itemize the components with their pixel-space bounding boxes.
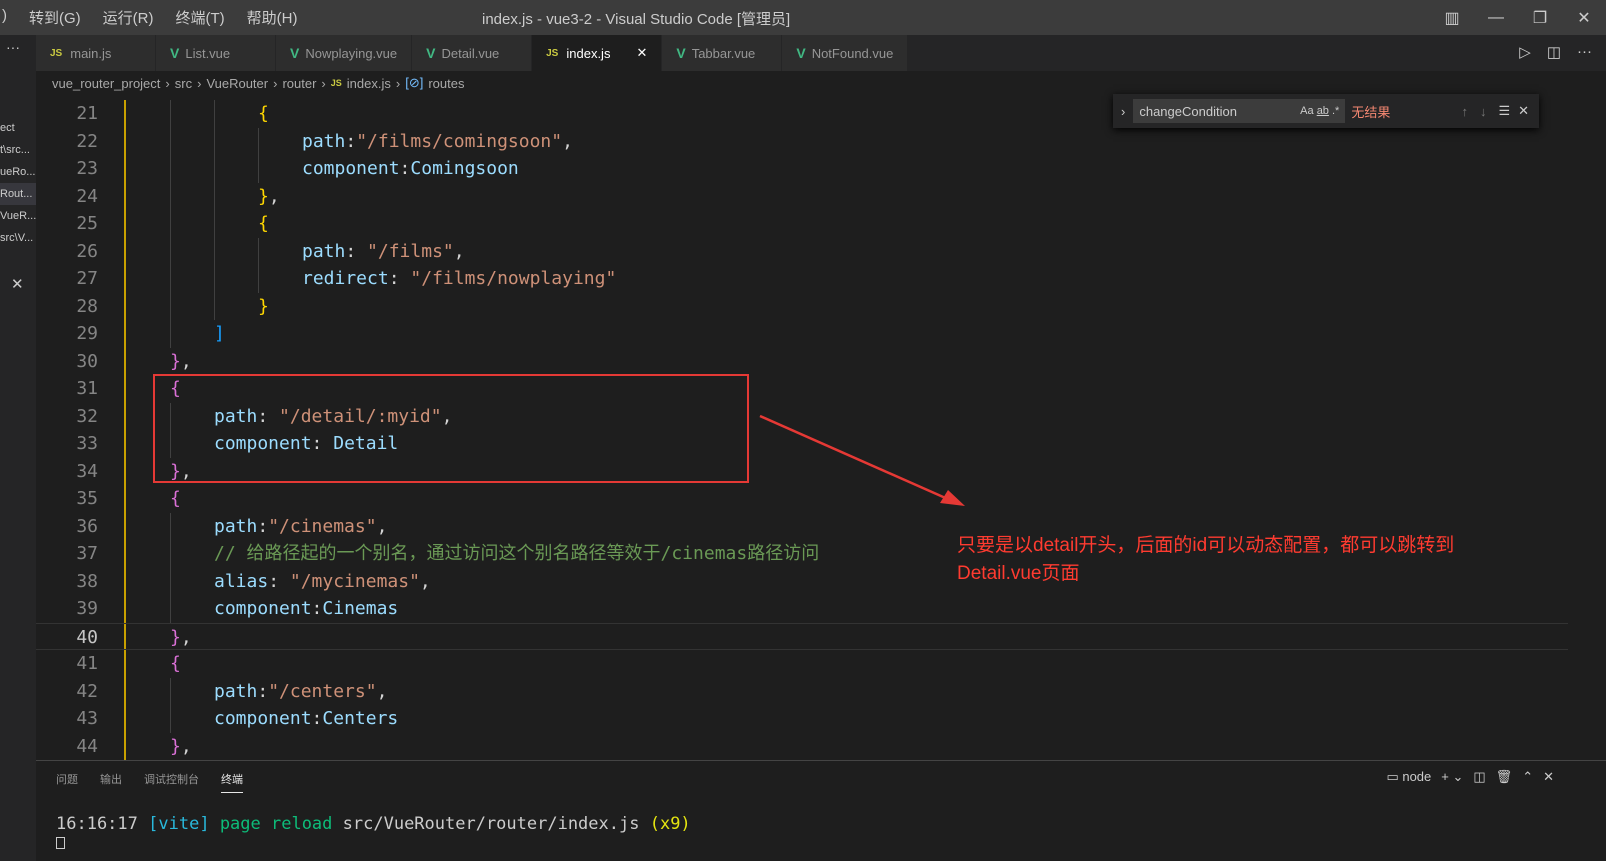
annotation-arrow [759,414,965,506]
arrow-head [940,490,965,506]
panel-tab[interactable]: 问题 [56,771,78,793]
panel-tab[interactable]: 输出 [100,771,122,793]
panel-tabs: 问题 输出 调试控制台 终端 [56,771,243,793]
terminal-select[interactable]: ▭ node [1386,769,1431,785]
panel-tab[interactable]: 终端 [221,771,243,793]
arrow-line [759,414,951,502]
maximize-panel-icon[interactable]: ⌃ [1522,769,1533,785]
annotation-note: 只要是以detail开头，后面的id可以动态配置，都可以跳转到Detail.vu… [957,535,1455,584]
new-terminal-icon[interactable]: + ⌄ [1441,769,1463,785]
split-terminal-icon[interactable]: ◫ [1473,769,1485,785]
close-panel-icon[interactable]: ✕ [1543,769,1554,785]
terminal-cursor [56,837,65,849]
panel-tab[interactable]: 调试控制台 [144,771,199,793]
trash-icon[interactable]: 🗑 [1496,769,1513,785]
terminal-output[interactable]: 16:16:17 [vite] page reload src/VueRoute… [56,814,691,834]
bottom-panel: 问题 输出 调试控制台 终端 ▭ node + ⌄ ◫ 🗑 ⌃ ✕ 16:16:17 … [36,760,1606,861]
